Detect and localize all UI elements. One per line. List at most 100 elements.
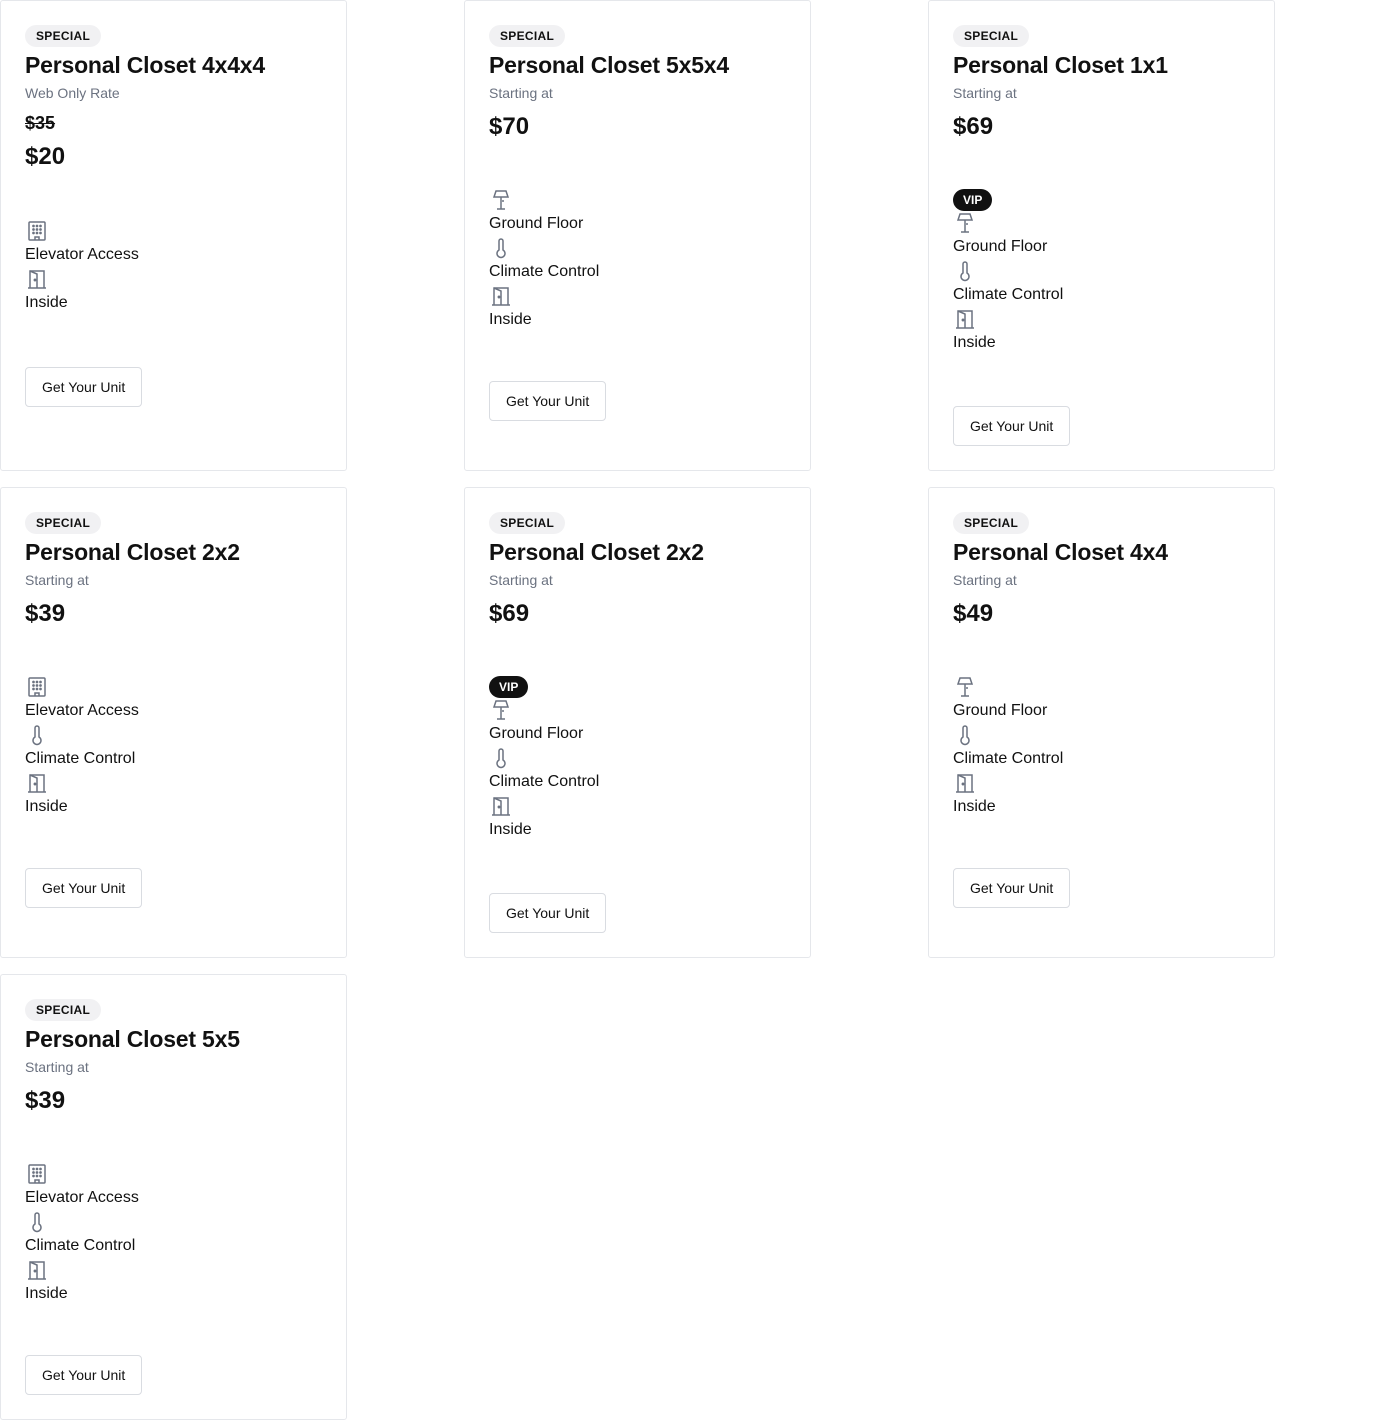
feature-label: Ground Floor	[953, 702, 1048, 719]
unit-card: SPECIAL Personal Closet 4x4x4 Web Only R…	[0, 0, 347, 471]
get-your-unit-button[interactable]: Get Your Unit	[489, 381, 607, 421]
rate-label: Starting at	[25, 1059, 89, 1075]
feature-item: Inside	[489, 794, 786, 842]
unit-title: Personal Closet 2x2	[489, 539, 704, 565]
feature-item: Climate Control	[25, 723, 322, 771]
original-price: $35	[25, 113, 56, 133]
thermometer-icon	[25, 723, 49, 747]
feature-list: Elevator Access Climate Control Inside	[25, 1162, 322, 1306]
price: $20	[25, 143, 66, 170]
rate-label: Starting at	[953, 572, 1017, 588]
feature-list: Elevator Access Climate Control Inside	[25, 675, 322, 819]
unit-card: SPECIAL Personal Closet 4x4 Starting at …	[928, 487, 1275, 958]
feature-item: Elevator Access	[25, 675, 322, 723]
vip-badge: VIP	[953, 189, 993, 211]
feature-label: Inside	[25, 798, 68, 815]
feature-item: Ground Floor	[953, 675, 1250, 723]
lamp-icon	[953, 675, 977, 699]
special-badge: SPECIAL	[25, 25, 102, 47]
feature-label: Climate Control	[489, 263, 600, 280]
unit-title: Personal Closet 4x4	[953, 539, 1168, 565]
special-badge: SPECIAL	[953, 25, 1030, 47]
lamp-icon	[489, 698, 513, 722]
feature-label: Climate Control	[953, 286, 1064, 303]
price: $39	[25, 1087, 66, 1114]
unit-card: SPECIAL Personal Closet 5x5 Starting at …	[0, 974, 347, 1420]
door-icon	[489, 794, 513, 818]
vip-badge: VIP	[489, 676, 529, 698]
feature-label: Inside	[953, 334, 996, 351]
get-your-unit-button[interactable]: Get Your Unit	[953, 406, 1071, 446]
feature-item: Climate Control	[489, 236, 786, 284]
special-badge: SPECIAL	[953, 512, 1030, 534]
feature-list: VIP Ground Floor Climate Control Inside	[953, 189, 1250, 355]
building-icon	[25, 675, 49, 699]
feature-label: Inside	[953, 798, 996, 815]
feature-label: Inside	[25, 1285, 68, 1302]
door-icon	[25, 771, 49, 795]
rate-label: Starting at	[489, 85, 553, 101]
rate-label: Starting at	[25, 572, 89, 588]
feature-item: Inside	[489, 284, 786, 332]
feature-list: Ground Floor Climate Control Inside	[953, 675, 1250, 819]
building-icon	[25, 1162, 49, 1186]
feature-label: Climate Control	[953, 750, 1064, 767]
feature-item: Inside	[953, 771, 1250, 819]
feature-item: Elevator Access	[25, 219, 322, 267]
price: $70	[489, 113, 530, 140]
get-your-unit-button[interactable]: Get Your Unit	[25, 1355, 143, 1395]
thermometer-icon	[953, 723, 977, 747]
feature-list: VIP Ground Floor Climate Control Inside	[489, 676, 786, 842]
unit-title: Personal Closet 4x4x4	[25, 52, 265, 78]
feature-label: Inside	[25, 294, 68, 311]
get-your-unit-button[interactable]: Get Your Unit	[953, 868, 1071, 908]
feature-list: Elevator Access Inside	[25, 219, 322, 315]
unit-title: Personal Closet 2x2	[25, 539, 240, 565]
feature-label: Inside	[489, 311, 532, 328]
unit-title: Personal Closet 5x5x4	[489, 52, 729, 78]
feature-label: Climate Control	[25, 1237, 136, 1254]
feature-item: Elevator Access	[25, 1162, 322, 1210]
special-badge: SPECIAL	[489, 512, 566, 534]
feature-label: Ground Floor	[489, 725, 584, 742]
thermometer-icon	[489, 236, 513, 260]
thermometer-icon	[489, 746, 513, 770]
get-your-unit-button[interactable]: Get Your Unit	[25, 868, 143, 908]
rate-label: Starting at	[953, 85, 1017, 101]
door-icon	[25, 267, 49, 291]
unit-card: SPECIAL Personal Closet 1x1 Starting at …	[928, 0, 1275, 471]
feature-item: Ground Floor	[489, 188, 786, 236]
feature-item: Ground Floor	[953, 211, 1250, 259]
feature-label: Climate Control	[489, 773, 600, 790]
feature-label: Inside	[489, 821, 532, 838]
feature-label: Elevator Access	[25, 1189, 139, 1206]
door-icon	[25, 1258, 49, 1282]
feature-item: Climate Control	[25, 1210, 322, 1258]
get-your-unit-button[interactable]: Get Your Unit	[489, 893, 607, 933]
feature-label: Climate Control	[25, 750, 136, 767]
feature-item: Inside	[25, 267, 322, 315]
price: $69	[953, 113, 994, 140]
door-icon	[489, 284, 513, 308]
feature-item: Climate Control	[489, 746, 786, 794]
special-badge: SPECIAL	[489, 25, 566, 47]
feature-list: Ground Floor Climate Control Inside	[489, 188, 786, 332]
price: $39	[25, 600, 66, 627]
price: $49	[953, 600, 994, 627]
get-your-unit-button[interactable]: Get Your Unit	[25, 367, 143, 407]
thermometer-icon	[953, 259, 977, 283]
feature-item: Climate Control	[953, 723, 1250, 771]
feature-item: Inside	[953, 307, 1250, 355]
feature-label: Ground Floor	[489, 215, 584, 232]
feature-label: Elevator Access	[25, 702, 139, 719]
rate-label: Starting at	[489, 572, 553, 588]
feature-item: Ground Floor	[489, 698, 786, 746]
unit-title: Personal Closet 5x5	[25, 1026, 240, 1052]
feature-item: Climate Control	[953, 259, 1250, 307]
unit-title: Personal Closet 1x1	[953, 52, 1168, 78]
lamp-icon	[489, 188, 513, 212]
unit-card: SPECIAL Personal Closet 2x2 Starting at …	[0, 487, 347, 958]
thermometer-icon	[25, 1210, 49, 1234]
unit-card: SPECIAL Personal Closet 2x2 Starting at …	[464, 487, 811, 958]
special-badge: SPECIAL	[25, 512, 102, 534]
